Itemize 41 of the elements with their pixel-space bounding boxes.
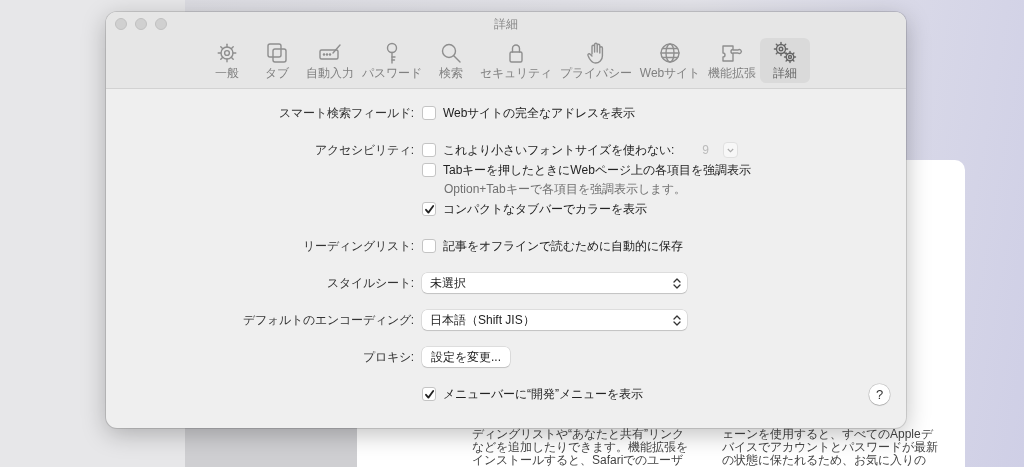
- checkbox-label[interactable]: Webサイトの完全なアドレスを表示: [443, 104, 636, 122]
- checkbox[interactable]: [422, 143, 436, 157]
- dropdown[interactable]: 未選択: [422, 273, 687, 293]
- help-button[interactable]: ?: [869, 384, 890, 405]
- document-text-line: インストールすると、Safariでのユーザ: [472, 454, 685, 467]
- gears-icon: [773, 41, 798, 66]
- setting-label: リーディングリスト:: [301, 238, 415, 255]
- checkbox-label[interactable]: コンパクトなタブバーでカラーを表示: [443, 200, 647, 218]
- window-title: 詳細: [494, 17, 518, 31]
- setting-label: プロキシ:: [361, 349, 415, 366]
- toolbar-tab[interactable]: 詳細: [760, 38, 811, 83]
- setting-label: アクセシビリティ:: [313, 142, 415, 159]
- checkbox[interactable]: [422, 163, 436, 177]
- zoom-button[interactable]: [155, 18, 167, 30]
- close-button[interactable]: [115, 18, 127, 30]
- document-text-line: の状態に保たれるため、お気に入りの: [722, 454, 926, 467]
- checkbox-label[interactable]: メニューバーに“開発”メニューを表示: [443, 385, 643, 403]
- font-size-dropdown[interactable]: [723, 142, 739, 158]
- hint-text: Option+Tabキーで各項目を強調表示します。: [444, 182, 686, 196]
- checkbox-label[interactable]: 記事をオフラインで読むために自動的に保存: [443, 237, 683, 255]
- tabs-icon: [264, 41, 289, 66]
- checkbox[interactable]: [422, 239, 436, 253]
- chevron-updown-icon: [673, 314, 681, 326]
- document-text-line: などを追加したりできます。機能拡張を: [472, 441, 689, 454]
- dropdown[interactable]: 日本語（Shift JIS）: [422, 310, 687, 330]
- setting-label: デフォルトのエンコーディング:: [241, 312, 415, 329]
- document-text-line: バイスでアカウントとパスワードが最新: [722, 441, 939, 454]
- checkbox-label[interactable]: Tabキーを押したときにWebページ上の各項目を強調表示: [443, 161, 751, 179]
- minimize-button[interactable]: [135, 18, 147, 30]
- document-text-line: ディングリストや“あなたと共有”リンク: [472, 428, 685, 441]
- globe-icon: [658, 41, 682, 66]
- checkbox[interactable]: [422, 387, 436, 401]
- checkbox[interactable]: [422, 106, 436, 120]
- checkbox-label[interactable]: これより小さいフォントサイズを使わない:: [443, 141, 675, 159]
- document-text-line: ェーンを使用すると、すべてのAppleデ: [722, 428, 933, 441]
- setting-label: スマート検索フィールド:: [277, 105, 415, 122]
- checkbox[interactable]: [422, 202, 436, 216]
- chevron-updown-icon: [673, 277, 681, 289]
- chevron-down-icon: [727, 147, 735, 153]
- change-settings-button[interactable]: 設定を変更...: [422, 347, 510, 367]
- setting-label: スタイルシート:: [325, 275, 415, 292]
